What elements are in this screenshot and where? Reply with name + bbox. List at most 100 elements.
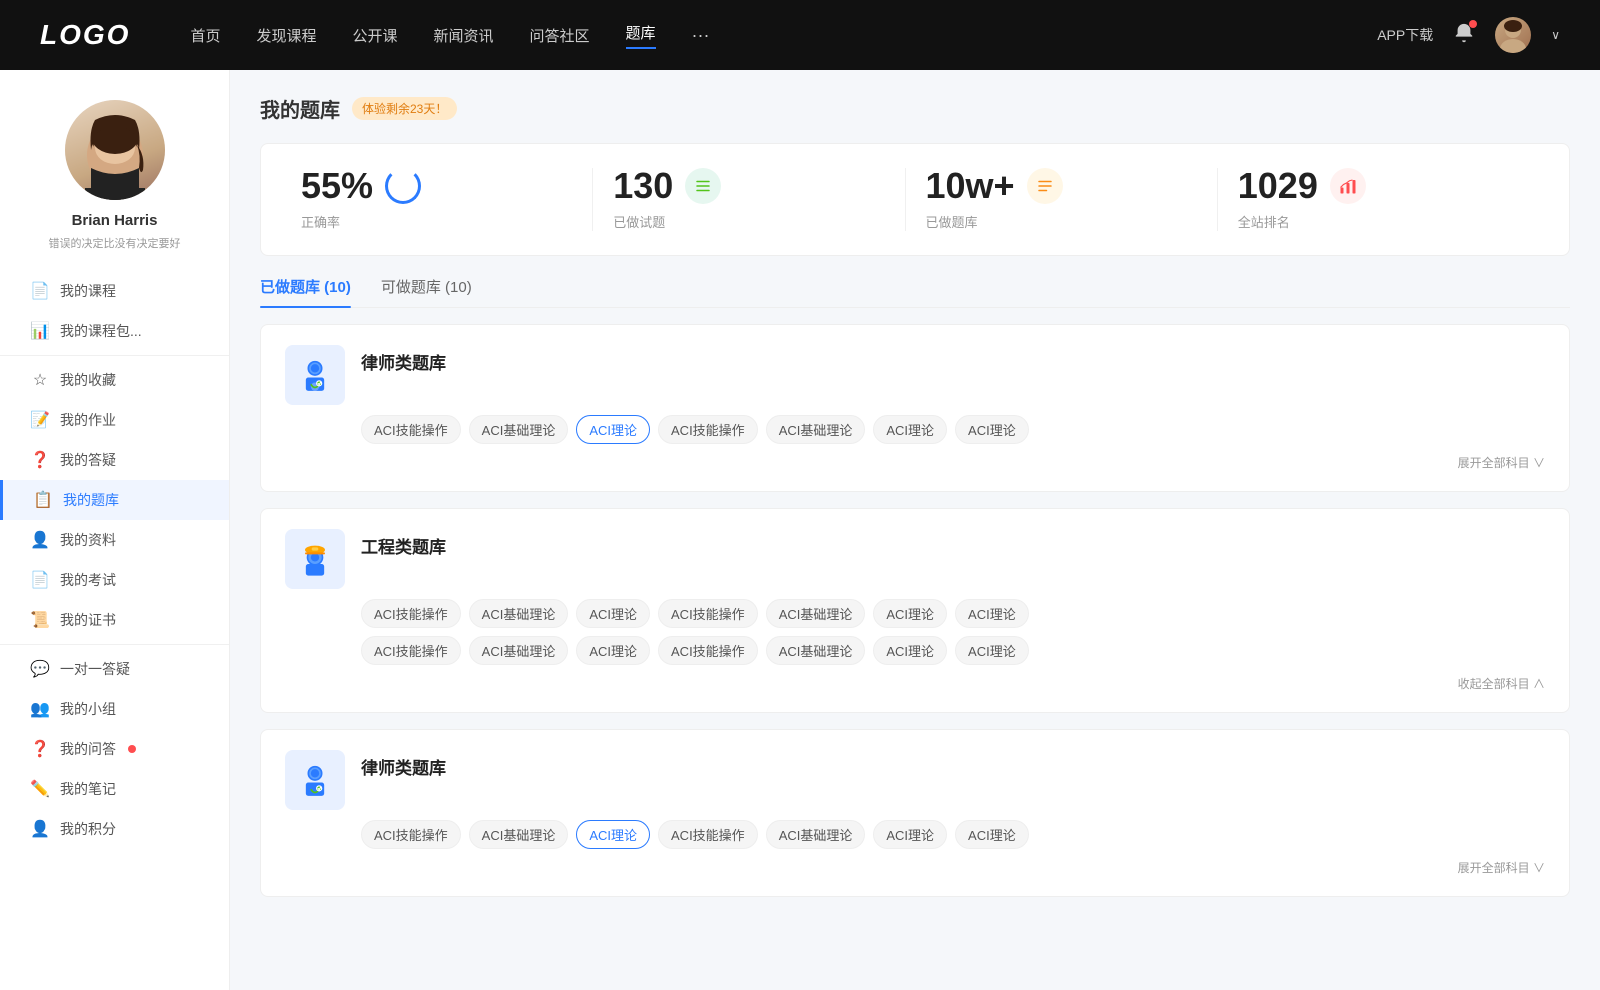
bank-engineer-footer: 收起全部科目 ∧ bbox=[285, 675, 1545, 692]
stat-rank-label: 全站排名 bbox=[1238, 212, 1509, 231]
lawyer2-tag-5[interactable]: ACI基础理论 bbox=[766, 820, 866, 849]
lawyer-tag-2[interactable]: ACI基础理论 bbox=[469, 415, 569, 444]
nav-item-open[interactable]: 公开课 bbox=[352, 25, 397, 46]
sidebar-motto: 错误的决定比没有决定要好 bbox=[29, 235, 201, 251]
engineer-tag-r2-4[interactable]: ACI技能操作 bbox=[658, 636, 758, 665]
stat-done-banks-icon bbox=[1027, 168, 1063, 204]
lawyer2-tag-2[interactable]: ACI基础理论 bbox=[469, 820, 569, 849]
avatar-dropdown-chevron[interactable]: ∨ bbox=[1551, 28, 1560, 42]
tab-available[interactable]: 可做题库 (10) bbox=[381, 276, 472, 307]
lawyer-expand-btn[interactable]: 展开全部科目 ∨ bbox=[1458, 454, 1545, 471]
engineer-bank-icon bbox=[285, 529, 345, 589]
nav-item-qa[interactable]: 问答社区 bbox=[530, 25, 590, 46]
lawyer-tag-5[interactable]: ACI基础理论 bbox=[766, 415, 866, 444]
lawyer-tag-1[interactable]: ACI技能操作 bbox=[361, 415, 461, 444]
sidebar-item-my-qa[interactable]: ❓ 我的问答 bbox=[0, 729, 229, 769]
engineer-tag-r2-2[interactable]: ACI基础理论 bbox=[469, 636, 569, 665]
sidebar-item-answers[interactable]: ❓ 我的答疑 bbox=[0, 440, 229, 480]
tab-done[interactable]: 已做题库 (10) bbox=[260, 276, 351, 307]
bank-card-lawyer2-header: 律师类题库 bbox=[285, 750, 1545, 810]
sidebar-item-exam[interactable]: 📄 我的考试 bbox=[0, 560, 229, 600]
stat-done-questions: 130 已做试题 bbox=[593, 168, 905, 231]
engineer-tag-r2-7[interactable]: ACI理论 bbox=[955, 636, 1029, 665]
engineer-collapse-btn[interactable]: 收起全部科目 ∧ bbox=[1458, 675, 1545, 692]
engineer-tag-5[interactable]: ACI基础理论 bbox=[766, 599, 866, 628]
lawyer2-icon-svg bbox=[295, 760, 335, 800]
sidebar-item-profile[interactable]: 👤 我的资料 bbox=[0, 520, 229, 560]
sidebar-item-exam-label: 我的考试 bbox=[60, 570, 116, 590]
nav-item-bank[interactable]: 题库 bbox=[626, 22, 656, 49]
sidebar-menu: 📄 我的课程 📊 我的课程包... ☆ 我的收藏 📝 我的作业 ❓ 我的答疑 � bbox=[0, 271, 229, 849]
sidebar-item-1on1[interactable]: 💬 一对一答疑 bbox=[0, 649, 229, 689]
nav-item-news[interactable]: 新闻资讯 bbox=[434, 25, 494, 46]
stat-done-banks-label: 已做题库 bbox=[926, 212, 1197, 231]
sidebar-item-favorites[interactable]: ☆ 我的收藏 bbox=[0, 360, 229, 400]
engineer-tag-6[interactable]: ACI理论 bbox=[873, 599, 947, 628]
engineer-tag-r2-5[interactable]: ACI基础理论 bbox=[766, 636, 866, 665]
bank-card-engineer-header: 工程类题库 bbox=[285, 529, 1545, 589]
sidebar-avatar-svg bbox=[65, 100, 165, 200]
bank-lawyer2-footer: 展开全部科目 ∨ bbox=[285, 859, 1545, 876]
lawyer-tag-4[interactable]: ACI技能操作 bbox=[658, 415, 758, 444]
lawyer-bank-icon bbox=[285, 345, 345, 405]
lawyer-tag-6[interactable]: ACI理论 bbox=[873, 415, 947, 444]
engineer-tag-r2-3[interactable]: ACI理论 bbox=[576, 636, 650, 665]
notification-bell[interactable] bbox=[1453, 22, 1475, 49]
sidebar-username: Brian Harris bbox=[72, 212, 158, 229]
sidebar-item-question-bank[interactable]: 📋 我的题库 bbox=[0, 480, 229, 520]
lawyer2-tag-7[interactable]: ACI理论 bbox=[955, 820, 1029, 849]
sidebar-item-notes[interactable]: ✏️ 我的笔记 bbox=[0, 769, 229, 809]
lawyer-tag-3[interactable]: ACI理论 bbox=[576, 415, 650, 444]
notification-dot bbox=[1469, 20, 1477, 28]
engineer-tag-4[interactable]: ACI技能操作 bbox=[658, 599, 758, 628]
bank-engineer-title: 工程类题库 bbox=[361, 533, 446, 558]
lawyer2-tag-4[interactable]: ACI技能操作 bbox=[658, 820, 758, 849]
avatar[interactable] bbox=[1495, 17, 1531, 53]
lawyer-tag-7[interactable]: ACI理论 bbox=[955, 415, 1029, 444]
engineer-icon-svg bbox=[295, 539, 335, 579]
sidebar-item-group[interactable]: 👥 我的小组 bbox=[0, 689, 229, 729]
cert-icon: 📜 bbox=[30, 610, 50, 630]
avatar-image bbox=[1495, 17, 1531, 53]
page-title: 我的题库 bbox=[260, 94, 340, 123]
stat-done-banks: 10w+ 已做题库 bbox=[906, 168, 1218, 231]
sidebar-item-points[interactable]: 👤 我的积分 bbox=[0, 809, 229, 849]
navbar-right: APP下载 ∨ bbox=[1377, 17, 1560, 53]
engineer-tag-7[interactable]: ACI理论 bbox=[955, 599, 1029, 628]
engineer-tag-r2-1[interactable]: ACI技能操作 bbox=[361, 636, 461, 665]
sidebar-item-my-course[interactable]: 📄 我的课程 bbox=[0, 271, 229, 311]
stat-done-questions-value: 130 bbox=[613, 168, 673, 204]
stat-rank-value: 1029 bbox=[1238, 168, 1318, 204]
sidebar-avatar-inner bbox=[65, 100, 165, 200]
sidebar-item-homework[interactable]: 📝 我的作业 bbox=[0, 400, 229, 440]
engineer-tag-r2-6[interactable]: ACI理论 bbox=[873, 636, 947, 665]
group-icon: 👥 bbox=[30, 699, 50, 719]
engineer-tag-2[interactable]: ACI基础理论 bbox=[469, 599, 569, 628]
lawyer2-tag-1[interactable]: ACI技能操作 bbox=[361, 820, 461, 849]
nav-item-courses[interactable]: 发现课程 bbox=[256, 25, 316, 46]
nav-more-button[interactable]: ··· bbox=[692, 25, 710, 46]
lawyer2-tag-6[interactable]: ACI理论 bbox=[873, 820, 947, 849]
stat-accuracy-value: 55% bbox=[301, 168, 373, 204]
stat-done-banks-top: 10w+ bbox=[926, 168, 1197, 204]
nav-item-home[interactable]: 首页 bbox=[190, 25, 220, 46]
sidebar-item-course-pkg-label: 我的课程包... bbox=[60, 321, 142, 341]
sidebar-item-profile-label: 我的资料 bbox=[60, 530, 116, 550]
lawyer2-bank-icon bbox=[285, 750, 345, 810]
question-bank-icon: 📋 bbox=[33, 490, 53, 510]
sidebar-item-my-qa-label: 我的问答 bbox=[60, 739, 116, 759]
lawyer2-expand-btn[interactable]: 展开全部科目 ∨ bbox=[1458, 859, 1545, 876]
lawyer2-tag-3[interactable]: ACI理论 bbox=[576, 820, 650, 849]
sidebar-item-my-course-label: 我的课程 bbox=[60, 281, 116, 301]
sidebar-item-answers-label: 我的答疑 bbox=[60, 450, 116, 470]
engineer-tag-3[interactable]: ACI理论 bbox=[576, 599, 650, 628]
sidebar-item-cert[interactable]: 📜 我的证书 bbox=[0, 600, 229, 640]
rank-chart-icon bbox=[1339, 177, 1357, 195]
stat-done-questions-label: 已做试题 bbox=[613, 212, 884, 231]
app-download-button[interactable]: APP下载 bbox=[1377, 25, 1433, 45]
sidebar-item-course-pkg[interactable]: 📊 我的课程包... bbox=[0, 311, 229, 351]
stat-done-questions-icon bbox=[685, 168, 721, 204]
bank-lawyer-footer: 展开全部科目 ∨ bbox=[285, 454, 1545, 471]
engineer-tag-1[interactable]: ACI技能操作 bbox=[361, 599, 461, 628]
points-icon: 👤 bbox=[30, 819, 50, 839]
